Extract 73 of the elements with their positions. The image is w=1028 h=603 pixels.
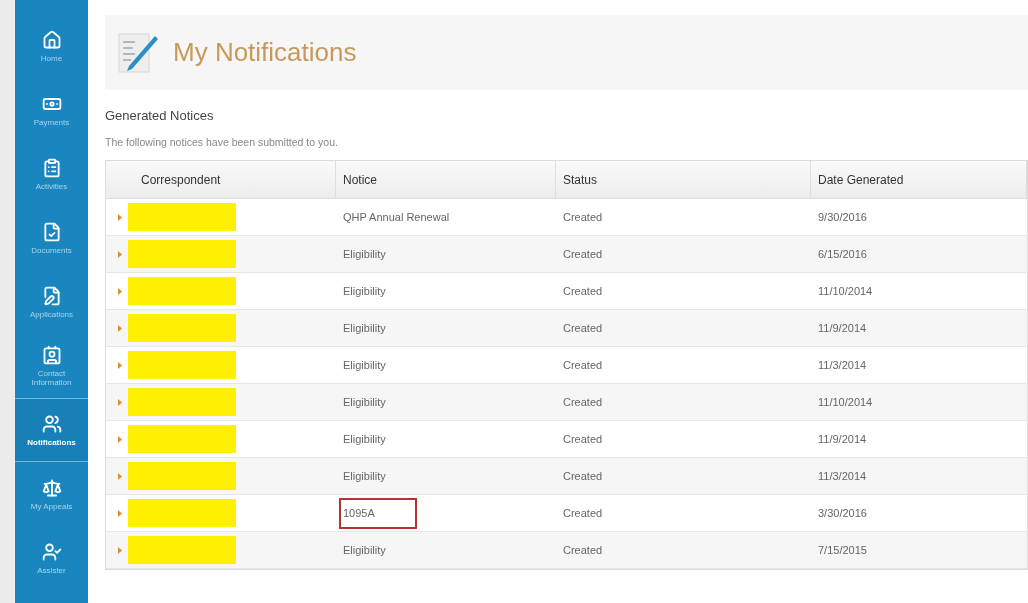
notice-cell-text: Eligibility (343, 247, 386, 262)
sidebar-label: Contact Information (30, 369, 73, 387)
expand-arrow-icon[interactable] (118, 509, 122, 517)
sidebar-label: Assister (36, 565, 67, 575)
status-cell-text: Created (563, 247, 603, 262)
edit-document-icon (41, 285, 62, 306)
date-cell-text: 7/15/2015 (818, 543, 867, 558)
sidebar-label: Home (39, 53, 64, 63)
date-cell-text: 11/10/2014 (818, 284, 873, 299)
status-cell-text: Created (563, 395, 603, 410)
sidebar-label: Notifications (26, 437, 77, 447)
clipboard-icon (41, 157, 62, 178)
home-icon (41, 29, 62, 50)
sidebar-item[interactable]: Contact Information (15, 334, 88, 398)
date-cell-text: 11/10/2014 (818, 395, 873, 410)
expand-arrow-icon[interactable] (118, 287, 122, 295)
date-cell-text: 6/15/2016 (818, 247, 867, 262)
page-title: My Notifications (173, 36, 357, 69)
column-header: Correspondent (141, 171, 221, 189)
notice-cell-text: Eligibility (343, 358, 386, 373)
status-cell-text: Created (563, 358, 603, 373)
status-cell-text: Created (563, 210, 603, 225)
expand-arrow-icon[interactable] (118, 324, 122, 332)
notice-cell-text: Eligibility (343, 284, 386, 299)
intro-text: The following notices have been submitted to you. (105, 134, 338, 150)
status-cell-text: Created (563, 506, 603, 521)
sidebar-item[interactable]: Home (15, 14, 88, 78)
column-header: Notice (343, 171, 377, 189)
sidebar-item[interactable]: My Appeals (15, 462, 88, 526)
status-cell-text: Created (563, 432, 603, 447)
sidebar-item[interactable]: Documents (15, 206, 88, 270)
date-cell-text: 11/3/2014 (818, 358, 867, 373)
expand-arrow-icon[interactable] (118, 213, 122, 221)
sidebar-label: Applications (28, 309, 75, 319)
date-cell-text: 11/3/2014 (818, 469, 867, 484)
people-icon (41, 413, 62, 434)
notice-cell-text: Eligibility (343, 395, 386, 410)
expand-arrow-icon[interactable] (118, 546, 122, 554)
sidebar-item[interactable]: Activities (15, 142, 88, 206)
notice-cell-text: Eligibility (343, 469, 386, 484)
document-icon (41, 221, 62, 242)
notice-cell-text: Eligibility (343, 543, 386, 558)
status-cell-text: Created (563, 469, 603, 484)
date-cell-text: 11/9/2014 (818, 432, 867, 447)
column-header: Status (563, 171, 598, 189)
expand-arrow-icon[interactable] (118, 435, 122, 443)
sidebar-item[interactable]: Payments (15, 78, 88, 142)
contact-card-icon (41, 345, 62, 365)
status-cell-text: Created (563, 321, 603, 336)
sidebar-item[interactable]: Assister (15, 526, 88, 590)
person-icon (41, 541, 62, 562)
sidebar-label: Payments (32, 117, 71, 127)
notice-cell-text: QHP Annual Renewal (343, 210, 450, 225)
notice-cell: 1095A (339, 498, 417, 529)
date-cell-text: 3/30/2016 (818, 506, 867, 521)
expand-arrow-icon[interactable] (118, 250, 122, 258)
status-cell-text: Created (563, 543, 603, 558)
date-cell-text: 9/30/2016 (818, 210, 867, 225)
status-cell-text: Created (563, 284, 603, 299)
notice-cell-text: Eligibility (343, 321, 386, 336)
scale-icon (41, 477, 62, 498)
date-cell-text: 11/9/2014 (818, 321, 867, 336)
expand-arrow-icon[interactable] (118, 472, 122, 480)
sidebar-label: Documents (30, 245, 73, 255)
sidebar-item[interactable]: Notifications (15, 398, 88, 462)
sidebar-item[interactable]: Applications (15, 270, 88, 334)
expand-arrow-icon[interactable] (118, 361, 122, 369)
sidebar-label: Activities (34, 181, 69, 191)
notice-cell-text: Eligibility (343, 432, 386, 447)
expand-arrow-icon[interactable] (118, 398, 122, 406)
column-header: Date Generated (818, 171, 904, 189)
sidebar-label: My Appeals (29, 501, 74, 511)
section-title: Generated Notices (105, 107, 214, 125)
